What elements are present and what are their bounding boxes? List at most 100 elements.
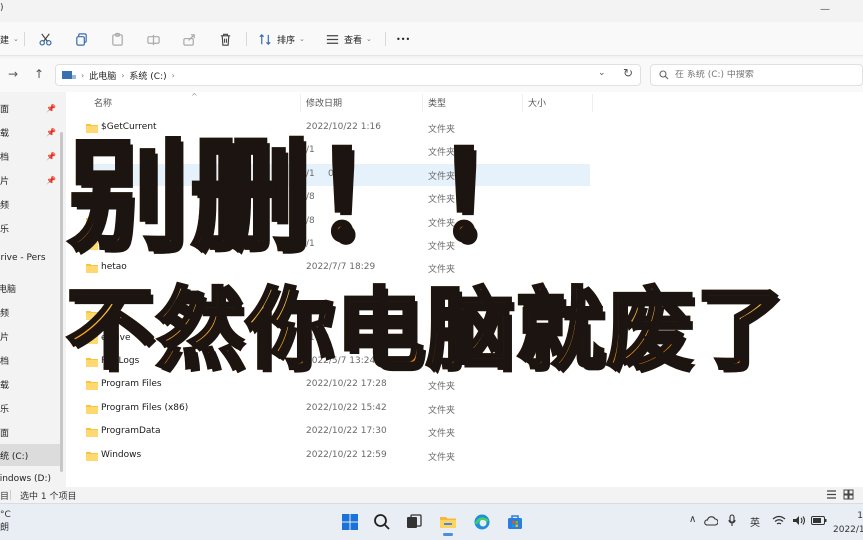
- column-header-name[interactable]: 名称: [94, 96, 112, 109]
- back-arrow-icon[interactable]: →: [8, 67, 18, 81]
- column-header-type[interactable]: 类型: [428, 96, 446, 109]
- chevron-down-icon: ⌄: [366, 35, 372, 43]
- paste-button[interactable]: [110, 28, 125, 50]
- scrollbar-thumb[interactable]: [60, 132, 63, 472]
- sidebar-item-videos[interactable]: 视频: [0, 193, 60, 215]
- start-button[interactable]: [338, 510, 362, 534]
- sidebar-item-documents[interactable]: 文档 📌: [0, 145, 60, 167]
- table-row[interactable]: Windows 2022/10/22 12:59 文件夹: [80, 445, 590, 467]
- sidebar-item-label: 音乐: [0, 224, 10, 235]
- edge-button[interactable]: [470, 510, 494, 534]
- sidebar-item-onedrive[interactable]: eDrive - Pers: [0, 247, 60, 269]
- sidebar-item-downloads-pc[interactable]: 下载: [0, 373, 60, 395]
- pin-icon: 📌: [46, 127, 56, 137]
- divider: [24, 32, 25, 46]
- search-icon: [659, 70, 669, 80]
- minimize-button[interactable]: —: [818, 4, 832, 15]
- sidebar-item-downloads[interactable]: 下载 📌: [0, 121, 60, 143]
- tiles-view-icon[interactable]: [843, 489, 854, 500]
- chevron-up-icon[interactable]: ∧: [689, 514, 696, 525]
- chevron-right-icon: ›: [171, 70, 175, 80]
- address-history-chevron-icon[interactable]: ⌄: [598, 68, 606, 78]
- more-options-button[interactable]: •••: [396, 28, 410, 50]
- column-header-size[interactable]: 大小: [528, 96, 546, 109]
- pin-icon: 📌: [46, 151, 56, 161]
- table-row[interactable]: Program Files (x86) 2022/10/22 15:42 文件夹: [80, 398, 590, 420]
- sidebar-item-pictures-pc[interactable]: 图片: [0, 325, 60, 347]
- sidebar-item-label: 视频: [0, 308, 10, 319]
- sidebar-item-pictures[interactable]: 图片 📌: [0, 169, 60, 191]
- sidebar-item-desktop-pc[interactable]: 桌面: [0, 421, 60, 443]
- divider: [10, 490, 11, 500]
- task-view-icon: [407, 514, 422, 528]
- store-icon: [508, 515, 522, 529]
- delete-button[interactable]: [218, 28, 233, 50]
- sidebar-item-label: 图片: [0, 332, 10, 343]
- windows-logo-icon: [342, 514, 358, 530]
- search-input[interactable]: [675, 70, 845, 80]
- chevron-down-icon: ⌄: [299, 35, 305, 43]
- sidebar-item-desktop[interactable]: 桌面 📌: [0, 97, 60, 119]
- folder-icon: [86, 451, 98, 461]
- cut-button[interactable]: [38, 28, 53, 50]
- column-divider[interactable]: [300, 94, 301, 112]
- volume-icon[interactable]: [792, 515, 806, 526]
- file-modified: 2022/10/22 12:59: [306, 449, 387, 460]
- wifi-icon[interactable]: [772, 515, 786, 526]
- taskbar: °C 朗 ∧ 英 1 2022/10: [0, 503, 863, 540]
- column-divider[interactable]: [422, 94, 423, 112]
- file-type: 文件夹: [428, 405, 456, 416]
- breadcrumb-drive[interactable]: 系统 (C:): [129, 69, 166, 82]
- sort-icon: [259, 33, 271, 45]
- sidebar-scrollbar[interactable]: [60, 92, 64, 492]
- sidebar-item-documents-pc[interactable]: 文档: [0, 349, 60, 371]
- file-explorer-button[interactable]: [436, 510, 460, 536]
- sidebar-item-videos-pc[interactable]: 视频: [0, 301, 60, 323]
- drive-icon: [62, 71, 76, 79]
- clock-date: 2022/10: [833, 525, 863, 535]
- sidebar-item-label: 下载: [0, 128, 10, 139]
- search-box[interactable]: [650, 64, 863, 86]
- chevron-down-icon: ⌄: [13, 35, 19, 43]
- navigation-pane: 桌面 📌 下载 📌 文档 📌 图片 📌 视频 音乐 eDrive - Pers 电脑 视…: [0, 92, 60, 492]
- onedrive-cloud-icon[interactable]: [704, 515, 718, 526]
- sort-button[interactable]: 排序 ⌄: [258, 28, 305, 50]
- sidebar-item-this-pc[interactable]: 电脑: [0, 277, 60, 299]
- sidebar-item-music[interactable]: 音乐: [0, 217, 60, 239]
- task-view-button[interactable]: [402, 510, 426, 534]
- store-button[interactable]: [503, 510, 527, 534]
- address-bar[interactable]: › 此电脑 › 系统 (C:) ›: [55, 64, 641, 86]
- column-header-modified[interactable]: 修改日期: [306, 96, 342, 109]
- clock-time: 1: [857, 511, 863, 521]
- sidebar-item-drive-c[interactable]: 系统 (C:): [0, 444, 60, 466]
- table-row[interactable]: ProgramData 2022/10/22 17:30 文件夹: [80, 421, 590, 443]
- up-arrow-icon[interactable]: ↑: [34, 67, 44, 81]
- new-button[interactable]: 建 ⌄: [0, 28, 19, 50]
- pin-icon: 📌: [46, 175, 56, 185]
- microphone-icon[interactable]: [728, 514, 736, 527]
- details-view-icon[interactable]: [826, 489, 837, 500]
- sort-ascending-icon: ^: [191, 92, 198, 101]
- taskbar-search-button[interactable]: [370, 510, 394, 534]
- file-name: Windows: [101, 449, 142, 460]
- ime-indicator[interactable]: 英: [750, 514, 760, 529]
- view-button[interactable]: 查看 ⌄: [325, 28, 372, 50]
- more-icon: •••: [396, 34, 411, 44]
- battery-icon[interactable]: [811, 516, 827, 525]
- weather-widget[interactable]: °C 朗: [0, 509, 11, 535]
- column-divider[interactable]: [592, 94, 593, 112]
- view-toggle: [826, 489, 854, 500]
- share-button[interactable]: [182, 28, 197, 50]
- overlay-caption-warning: 别删！！: [67, 127, 556, 269]
- clock[interactable]: 1 2022/10: [833, 509, 863, 537]
- copy-button[interactable]: [74, 28, 89, 50]
- chevron-right-icon: ›: [121, 70, 125, 80]
- file-type: 文件夹: [428, 429, 456, 440]
- sidebar-item-music-pc[interactable]: 音乐: [0, 397, 60, 419]
- rename-button[interactable]: [146, 28, 161, 50]
- sidebar-item-label: eDrive - Pers: [0, 253, 46, 263]
- breadcrumb-pc[interactable]: 此电脑: [89, 69, 116, 82]
- column-divider[interactable]: [522, 94, 523, 112]
- refresh-icon[interactable]: ↻: [623, 66, 633, 80]
- weather-condition: 朗: [0, 523, 10, 533]
